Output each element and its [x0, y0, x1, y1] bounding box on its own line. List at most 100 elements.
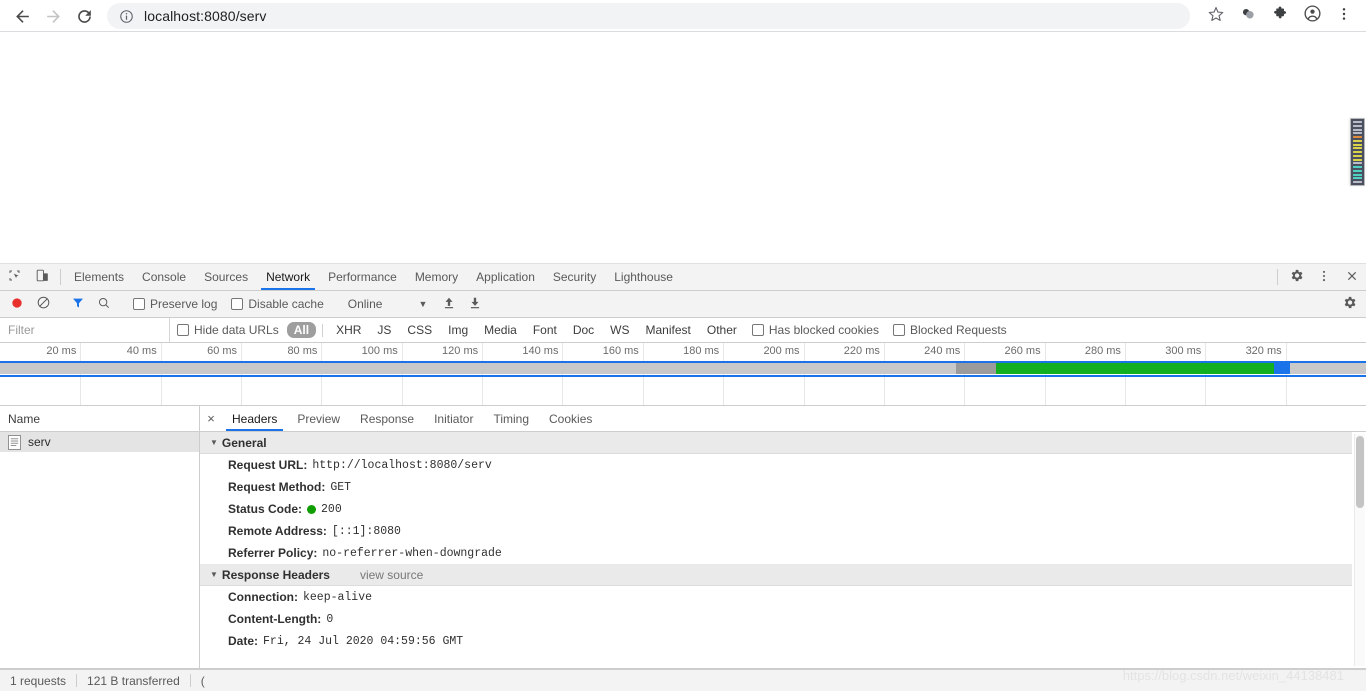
- address-bar[interactable]: localhost:8080/serv: [107, 3, 1190, 29]
- section-title: General: [221, 435, 267, 450]
- toolbar-divider: [60, 269, 61, 285]
- page-content-viewport: [0, 32, 1366, 264]
- header-key: Request Method:: [228, 480, 326, 494]
- detail-tab-headers[interactable]: Headers: [222, 406, 287, 431]
- minimap-line: [1353, 124, 1362, 127]
- checkbox-box: [892, 324, 905, 336]
- has-blocked-cookies-checkbox[interactable]: Has blocked cookies: [745, 323, 886, 337]
- detail-tab-initiator[interactable]: Initiator: [424, 406, 483, 431]
- table-row[interactable]: serv: [0, 432, 199, 452]
- preserve-log-checkbox[interactable]: Preserve log: [126, 297, 224, 311]
- inspect-element-button[interactable]: [0, 264, 28, 290]
- filter-type-img[interactable]: Img: [441, 322, 475, 338]
- profile-button[interactable]: [1298, 2, 1326, 30]
- devtools-close-button[interactable]: [1338, 264, 1366, 290]
- tab-lighthouse[interactable]: Lighthouse: [605, 264, 682, 290]
- tab-label: Memory: [414, 270, 459, 284]
- header-value: 0: [326, 612, 334, 626]
- tab-security[interactable]: Security: [544, 264, 605, 290]
- checkbox-box: [751, 324, 764, 336]
- tab-sources[interactable]: Sources: [195, 264, 257, 290]
- detail-tab-timing[interactable]: Timing: [483, 406, 539, 431]
- page-minimap-widget[interactable]: [1350, 118, 1365, 186]
- site-info-icon[interactable]: [119, 9, 134, 24]
- import-har-button[interactable]: [436, 292, 462, 316]
- back-button[interactable]: [8, 2, 36, 30]
- section-title: Response Headers: [221, 567, 330, 582]
- forward-button[interactable]: [39, 2, 67, 30]
- detail-tab-response[interactable]: Response: [350, 406, 424, 431]
- device-toolbar-button[interactable]: [28, 264, 56, 290]
- filter-type-xhr[interactable]: XHR: [329, 322, 368, 338]
- close-detail-button[interactable]: ×: [200, 406, 222, 431]
- disable-cache-checkbox[interactable]: Disable cache: [224, 297, 330, 311]
- request-list-column-header[interactable]: Name: [0, 406, 199, 432]
- minimap-line: [1353, 139, 1362, 142]
- timeline-tick-label: 260 ms: [1004, 345, 1041, 357]
- filter-type-all[interactable]: All: [286, 322, 317, 338]
- minimap-line: [1353, 121, 1362, 123]
- section-header-response-headers[interactable]: ▼ Response Headers view source: [200, 564, 1352, 586]
- section-header-general[interactable]: ▼ General: [200, 432, 1352, 454]
- header-row: Remote Address: [::1]:8080: [200, 520, 1352, 542]
- minimap-line: [1353, 128, 1362, 131]
- detail-tab-cookies[interactable]: Cookies: [539, 406, 602, 431]
- throttling-select[interactable]: Online ▼: [340, 297, 428, 311]
- record-button[interactable]: [4, 292, 30, 316]
- scrollbar-thumb[interactable]: [1356, 436, 1364, 508]
- view-source-link[interactable]: view source: [360, 568, 423, 582]
- close-devtools-icon: [1345, 269, 1359, 286]
- header-row: Status Code: 200: [200, 498, 1352, 520]
- filter-type-other[interactable]: Other: [700, 322, 744, 338]
- extensions-button[interactable]: [1266, 2, 1294, 30]
- minimap-line: [1353, 181, 1362, 183]
- search-button[interactable]: [91, 292, 117, 316]
- record-stop-icon: [10, 296, 24, 313]
- filter-type-manifest[interactable]: Manifest: [639, 322, 698, 338]
- bookmark-button[interactable]: [1202, 2, 1230, 30]
- filter-type-js[interactable]: JS: [370, 322, 398, 338]
- filter-type-font[interactable]: Font: [526, 322, 564, 338]
- clear-button[interactable]: [30, 292, 56, 316]
- devtools-tabbar: Elements Console Sources Network Perform…: [0, 264, 1366, 291]
- network-overview-timeline[interactable]: 20 ms 40 ms 60 ms 80 ms 100 ms 120 ms 140 ms 16…: [0, 343, 1366, 406]
- tab-elements[interactable]: Elements: [65, 264, 133, 290]
- forward-arrow-icon: [44, 7, 63, 26]
- reload-icon: [75, 7, 94, 26]
- timeline-request-band: [0, 361, 1366, 377]
- tab-console[interactable]: Console: [133, 264, 195, 290]
- export-har-button[interactable]: [462, 292, 488, 316]
- filter-input[interactable]: Filter: [0, 318, 170, 342]
- network-settings-button[interactable]: [1336, 292, 1362, 316]
- chrome-menu-button[interactable]: [1330, 2, 1358, 30]
- reload-button[interactable]: [70, 2, 98, 30]
- blocked-requests-checkbox[interactable]: Blocked Requests: [886, 323, 1014, 337]
- detail-vertical-scrollbar[interactable]: [1354, 434, 1365, 666]
- colorpick-extension-button[interactable]: [1234, 2, 1262, 30]
- filter-type-ws[interactable]: WS: [603, 322, 636, 338]
- devtools-more-button[interactable]: [1310, 264, 1338, 290]
- tab-network[interactable]: Network: [257, 264, 319, 290]
- blocked-requests-label: Blocked Requests: [909, 323, 1007, 337]
- tab-label: Sources: [204, 270, 249, 284]
- devtools-settings-button[interactable]: [1282, 264, 1310, 290]
- tab-application[interactable]: Application: [467, 264, 544, 290]
- timeline-tick-label: 140 ms: [522, 345, 559, 357]
- filter-type-doc[interactable]: Doc: [566, 322, 601, 338]
- tab-performance[interactable]: Performance: [319, 264, 406, 290]
- minimap-line: [1353, 158, 1362, 161]
- filter-type-css[interactable]: CSS: [400, 322, 439, 338]
- tab-memory[interactable]: Memory: [406, 264, 467, 290]
- filter-toggle-button[interactable]: [65, 292, 91, 316]
- filter-type-media[interactable]: Media: [477, 322, 524, 338]
- hide-data-urls-checkbox[interactable]: Hide data URLs: [170, 323, 286, 337]
- checkbox-box: [231, 298, 244, 310]
- search-magnifier-icon: [97, 296, 111, 313]
- back-arrow-icon: [13, 7, 32, 26]
- detail-tab-preview[interactable]: Preview: [287, 406, 350, 431]
- throttling-value: Online: [347, 297, 383, 311]
- header-value: Fri, 24 Jul 2020 04:59:56 GMT: [263, 634, 464, 648]
- header-row: Date: Fri, 24 Jul 2020 04:59:56 GMT: [200, 630, 1352, 652]
- tab-label: Elements: [74, 270, 125, 284]
- header-row: Referrer Policy: no-referrer-when-downgra…: [200, 542, 1352, 564]
